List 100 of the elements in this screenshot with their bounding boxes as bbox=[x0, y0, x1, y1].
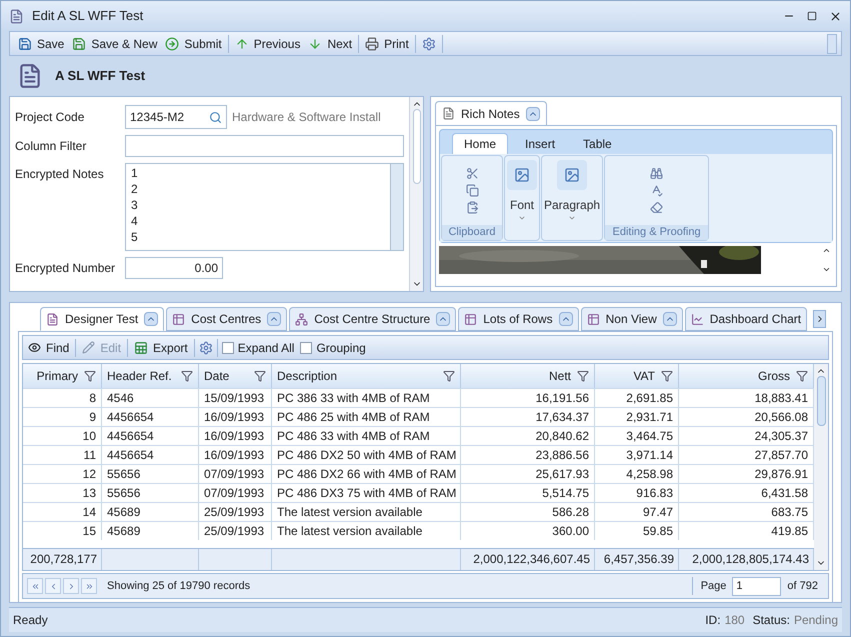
project-code-field[interactable]: 12345-M2 bbox=[125, 105, 227, 129]
collapse-button[interactable] bbox=[144, 312, 158, 326]
first-page-button[interactable] bbox=[27, 578, 43, 594]
table-cell: 2,931.71 bbox=[595, 408, 679, 426]
ribbon-button[interactable]: Paragraph bbox=[541, 155, 604, 241]
collapse-button[interactable] bbox=[526, 106, 540, 120]
collapse-button[interactable] bbox=[436, 312, 450, 326]
save-icon bbox=[72, 36, 86, 50]
tab[interactable]: Cost Centre Structure bbox=[289, 307, 456, 331]
ribbon-button[interactable]: Font bbox=[504, 155, 540, 241]
tab[interactable]: Lots of Rows bbox=[458, 307, 579, 331]
column-header[interactable]: Header Ref. bbox=[102, 364, 199, 388]
filter-icon[interactable] bbox=[84, 370, 96, 382]
note-line: 2 bbox=[131, 181, 139, 197]
toolbar-button[interactable]: Submit bbox=[161, 34, 226, 52]
spell-check-icon[interactable] bbox=[650, 184, 664, 197]
table-cell: 20,840.62 bbox=[461, 427, 595, 445]
table-cell: 25/09/1993 bbox=[199, 522, 272, 540]
chevron-down-icon[interactable] bbox=[822, 265, 831, 274]
tab[interactable]: Dashboard Chart bbox=[684, 307, 808, 331]
rich-notes-tab[interactable]: Rich Notes bbox=[435, 101, 547, 125]
table-cell: 16/09/1993 bbox=[199, 427, 272, 445]
scrollbar[interactable] bbox=[814, 364, 828, 570]
field-label: Encrypted Notes bbox=[15, 166, 105, 183]
column-header[interactable]: Nett bbox=[461, 364, 595, 388]
toolbar-button[interactable]: Next bbox=[304, 34, 356, 52]
table-cell: 07/09/1993 bbox=[199, 465, 272, 483]
chevron-up-icon[interactable] bbox=[822, 246, 831, 255]
scrollbar[interactable] bbox=[827, 34, 837, 54]
scroll-right-button[interactable] bbox=[813, 310, 826, 328]
page-label: Page bbox=[700, 578, 726, 594]
collapse-button[interactable] bbox=[558, 312, 573, 326]
settings-icon[interactable] bbox=[422, 36, 436, 50]
table-cell: 4456654 bbox=[102, 446, 199, 464]
table-cell: PC 486 DX2 66 with 4MB of RAM bbox=[272, 465, 461, 483]
tab[interactable]: Designer Test bbox=[40, 307, 164, 331]
chevron-down-icon bbox=[518, 214, 526, 222]
document-icon bbox=[9, 8, 24, 24]
tab[interactable]: Non View bbox=[580, 307, 683, 331]
note-line: 3 bbox=[131, 197, 139, 213]
scissors-icon[interactable] bbox=[466, 167, 478, 180]
checkbox[interactable]: Expand All bbox=[222, 338, 294, 356]
filter-icon[interactable] bbox=[661, 370, 673, 382]
search-icon[interactable] bbox=[209, 110, 222, 124]
toolbar-button[interactable]: Print bbox=[361, 34, 413, 52]
column-header[interactable]: VAT bbox=[595, 364, 679, 388]
export-button[interactable]: Export bbox=[132, 338, 190, 356]
table-cell: 59.85 bbox=[595, 522, 679, 540]
spreadsheet-icon bbox=[134, 340, 148, 354]
table-cell: The latest version available bbox=[272, 522, 461, 540]
note-line: 5 bbox=[131, 229, 139, 245]
form-title: A SL WFF Test bbox=[55, 67, 146, 86]
status-label: Status: bbox=[752, 612, 790, 629]
table-cell: PC 486 25 with 4MB of RAM bbox=[272, 408, 461, 426]
copy-icon[interactable] bbox=[466, 184, 478, 197]
filter-icon[interactable] bbox=[254, 370, 266, 382]
tab[interactable]: Cost Centres bbox=[166, 307, 288, 331]
ribbon-tab[interactable]: Insert bbox=[514, 133, 566, 154]
collapse-button[interactable] bbox=[267, 312, 282, 326]
filter-icon[interactable] bbox=[181, 370, 193, 382]
last-page-button[interactable] bbox=[81, 578, 97, 594]
collapse-button[interactable] bbox=[662, 312, 677, 326]
encrypted-notes-field[interactable]: 1 2 3 4 5 bbox=[125, 163, 404, 251]
ribbon-tab[interactable]: Table bbox=[572, 133, 623, 154]
table-cell: PC 386 33 with 4MB of RAM bbox=[272, 389, 461, 407]
scrollbar[interactable] bbox=[409, 97, 423, 291]
eraser-icon[interactable] bbox=[650, 201, 664, 214]
chevron-icon bbox=[30, 582, 40, 590]
toolbar-button[interactable]: Save bbox=[14, 34, 68, 52]
settings-icon[interactable] bbox=[198, 340, 213, 354]
toolbar-button[interactable]: Previous bbox=[230, 34, 304, 52]
checkbox[interactable]: Grouping bbox=[300, 338, 366, 356]
status-text: Ready bbox=[13, 612, 48, 629]
page-field[interactable]: 1 bbox=[732, 576, 782, 596]
table-cell: 5,514.75 bbox=[461, 484, 595, 502]
save-icon bbox=[18, 36, 32, 50]
encrypted-number-field[interactable]: 0.00 bbox=[125, 257, 223, 279]
column-filter-field[interactable] bbox=[125, 135, 404, 157]
table-cell: 16/09/1993 bbox=[199, 408, 272, 426]
table-cell: PC 486 DX3 75 with 4MB of RAM bbox=[272, 484, 461, 502]
column-header[interactable]: Date bbox=[199, 364, 272, 388]
column-header[interactable]: Description bbox=[272, 364, 461, 388]
maximize-icon[interactable] bbox=[807, 11, 817, 21]
ribbon-tab[interactable]: Home bbox=[452, 133, 508, 154]
close-icon[interactable] bbox=[829, 10, 842, 22]
filter-icon[interactable] bbox=[577, 370, 589, 382]
scroll-thumb[interactable] bbox=[816, 376, 826, 426]
note-line: 4 bbox=[131, 213, 139, 229]
scroll-thumb[interactable] bbox=[412, 109, 420, 184]
pager-status: Showing 25 of 19790 records bbox=[107, 578, 250, 594]
table-cell: 15 bbox=[23, 522, 102, 540]
table-cell: 55656 bbox=[102, 465, 199, 483]
column-header[interactable]: Primary bbox=[23, 364, 102, 388]
scrollbar[interactable] bbox=[390, 164, 403, 250]
filter-icon[interactable] bbox=[443, 370, 455, 382]
find-button[interactable]: Find bbox=[26, 338, 72, 356]
filter-icon[interactable] bbox=[796, 370, 808, 382]
paste-icon[interactable] bbox=[466, 201, 478, 214]
table-cell: 9 bbox=[23, 408, 102, 426]
toolbar-button[interactable]: Save & New bbox=[68, 34, 162, 52]
